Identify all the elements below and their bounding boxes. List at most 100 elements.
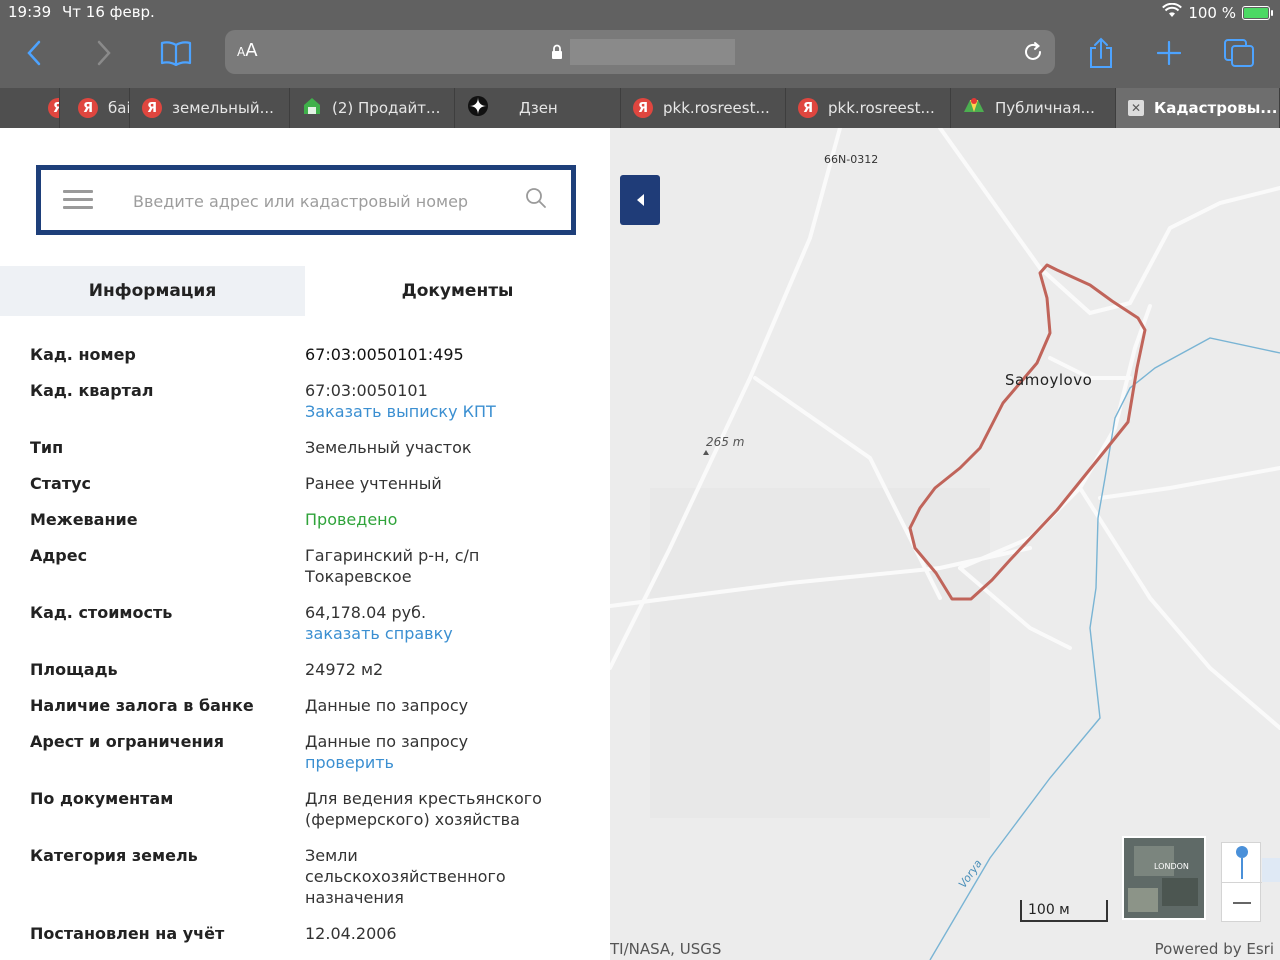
info-sidebar: Информация Документы Кад. номер 67:03:00… bbox=[0, 128, 610, 960]
battery-icon bbox=[1242, 6, 1273, 20]
detail-row-cad-number: Кад. номер 67:03:0050101:495 bbox=[30, 344, 590, 365]
zen-icon bbox=[467, 95, 489, 121]
arrest-value: Данные по запросу bbox=[305, 732, 469, 751]
zoom-out-button[interactable] bbox=[1222, 883, 1262, 923]
order-kpt-link[interactable]: Заказать выписку КПТ bbox=[305, 401, 496, 422]
forward-icon[interactable] bbox=[92, 36, 116, 70]
by-docs-line-2: (фермерского) хозяйства bbox=[305, 810, 520, 829]
back-icon[interactable] bbox=[22, 36, 46, 70]
detail-value: 24972 м2 bbox=[305, 660, 384, 679]
detail-label: Площадь bbox=[30, 660, 118, 679]
tab-strip: Я Я баі Я земельный... (2) Продайт... Дз… bbox=[0, 88, 1280, 128]
road-label: 66N-0312 bbox=[824, 153, 879, 166]
wifi-icon bbox=[1162, 2, 1183, 23]
yandex-icon: Я bbox=[48, 98, 59, 118]
detail-label: Категория земель bbox=[30, 846, 198, 865]
detail-value: Для ведения крестьянского (фермерского) … bbox=[305, 788, 542, 830]
land-category-line-2: сельскохозяйственного bbox=[305, 867, 506, 886]
tab-5-label: pkk.rosreest... bbox=[663, 99, 770, 117]
tab-8-label: Кадастровы... bbox=[1154, 99, 1278, 117]
detail-label: Межевание bbox=[30, 510, 138, 529]
battery-percent: 100 % bbox=[1188, 4, 1236, 22]
tab-5[interactable]: Я pkk.rosreest... bbox=[621, 88, 786, 128]
url-text-redacted bbox=[570, 39, 735, 65]
check-link[interactable]: проверить bbox=[305, 752, 468, 773]
scale-bar: 100 м bbox=[1020, 900, 1108, 922]
detail-value: Проведено bbox=[305, 510, 398, 529]
tab-6-label: pkk.rosreest... bbox=[828, 99, 935, 117]
tab-2[interactable]: Я земельный... bbox=[130, 88, 290, 128]
detail-value: Земельный участок bbox=[305, 438, 472, 457]
tab-documents[interactable]: Документы bbox=[305, 266, 610, 316]
info-tabs: Информация Документы bbox=[0, 266, 610, 316]
map-attribution-left: TI/NASA, USGS bbox=[610, 940, 722, 958]
reload-icon[interactable] bbox=[1021, 40, 1045, 68]
town-label: Samoylovo bbox=[1005, 371, 1093, 389]
search-icon[interactable] bbox=[525, 187, 547, 213]
yandex-icon: Я bbox=[798, 98, 818, 118]
land-category-line-3: назначения bbox=[305, 888, 404, 907]
detail-value: Данные по запросу проверить bbox=[305, 731, 468, 773]
tab-2-label: земельный... bbox=[172, 99, 274, 117]
location-pin-icon bbox=[1236, 845, 1248, 879]
reader-aa-button[interactable]: AA bbox=[237, 40, 258, 61]
browser-toolbar: AA bbox=[0, 26, 1280, 88]
detail-row-status: Статус Ранее учтенный bbox=[30, 473, 590, 494]
address-line-2: Токаревское bbox=[305, 567, 412, 586]
detail-label: По документам bbox=[30, 789, 174, 808]
detail-value: 12.04.2006 bbox=[305, 924, 397, 943]
tab-3[interactable]: (2) Продайт... bbox=[290, 88, 455, 128]
tabs-overview-icon[interactable] bbox=[1222, 36, 1256, 70]
map-view[interactable]: 66N-0312 Samoylovo 265 m Vorya 100 м LON… bbox=[610, 128, 1280, 960]
detail-value: Земли сельскохозяйственного назначения bbox=[305, 845, 506, 908]
yandex-icon: Я bbox=[142, 98, 162, 118]
menu-icon[interactable] bbox=[63, 190, 93, 210]
tab-7[interactable]: Публичная... bbox=[951, 88, 1116, 128]
detail-value: Ранее учтенный bbox=[305, 474, 442, 493]
detail-label: Наличие залога в банке bbox=[30, 696, 254, 715]
detail-label: Тип bbox=[30, 438, 64, 457]
cad-quarter-value: 67:03:0050101 bbox=[305, 381, 428, 400]
status-date: Чт 16 февр. bbox=[62, 3, 155, 21]
share-icon[interactable] bbox=[1086, 36, 1116, 70]
house-icon bbox=[302, 96, 322, 120]
zoom-control bbox=[1221, 842, 1262, 923]
status-time: 19:39 bbox=[8, 3, 52, 21]
detail-label: Арест и ограничения bbox=[30, 732, 225, 751]
detail-row-land-category: Категория земель Земли сельскохозяйствен… bbox=[30, 845, 590, 908]
search-input[interactable] bbox=[133, 188, 493, 214]
tab-1[interactable]: Я баі bbox=[60, 88, 130, 128]
status-right: 100 % bbox=[1162, 2, 1273, 23]
detail-value: 67:03:0050101:495 bbox=[305, 345, 464, 364]
tab-1-label: баі bbox=[108, 99, 130, 117]
close-icon[interactable]: ✕ bbox=[1128, 100, 1144, 116]
status-bar: 19:39 Чт 16 февр. 100 % bbox=[0, 0, 1280, 26]
tab-0[interactable]: Я bbox=[0, 88, 60, 128]
detail-value: Гагаринский р-н, с/п Токаревское bbox=[305, 545, 479, 587]
by-docs-line-1: Для ведения крестьянского bbox=[305, 789, 542, 808]
yandex-icon: Я bbox=[633, 98, 653, 118]
tab-information[interactable]: Информация bbox=[0, 266, 305, 316]
collapse-panel-button[interactable] bbox=[620, 175, 660, 225]
detail-row-cad-quarter: Кад. квартал 67:03:0050101 Заказать выпи… bbox=[30, 380, 590, 422]
address-bar[interactable]: AA bbox=[225, 30, 1055, 74]
detail-row-area: Площадь 24972 м2 bbox=[30, 659, 590, 680]
parcel-details: Кад. номер 67:03:0050101:495 Кад. кварта… bbox=[30, 344, 590, 959]
tab-8-active[interactable]: ✕ Кадастровы... bbox=[1116, 88, 1280, 128]
zoom-in-button[interactable] bbox=[1222, 843, 1262, 883]
detail-label: Адрес bbox=[30, 546, 88, 565]
bookmarks-icon[interactable] bbox=[158, 36, 194, 70]
basemap-toggle[interactable]: LONDON bbox=[1122, 836, 1206, 920]
tab-6[interactable]: Я pkk.rosreest... bbox=[786, 88, 951, 128]
search-box bbox=[36, 165, 576, 235]
order-certificate-link[interactable]: заказать справку bbox=[305, 623, 453, 644]
detail-row-by-docs: По документам Для ведения крестьянского … bbox=[30, 788, 590, 830]
tab-4[interactable]: Дзен bbox=[455, 88, 621, 128]
detail-row-registered: Постановлен на учёт 12.04.2006 bbox=[30, 923, 590, 944]
elevation-label: 265 m bbox=[706, 435, 745, 449]
caret-left-icon bbox=[637, 194, 644, 206]
cad-cost-value: 64,178.04 руб. bbox=[305, 603, 427, 622]
tab-4-label: Дзен bbox=[519, 99, 558, 117]
detail-row-address: Адрес Гагаринский р-н, с/п Токаревское bbox=[30, 545, 590, 587]
new-tab-icon[interactable] bbox=[1154, 36, 1184, 70]
